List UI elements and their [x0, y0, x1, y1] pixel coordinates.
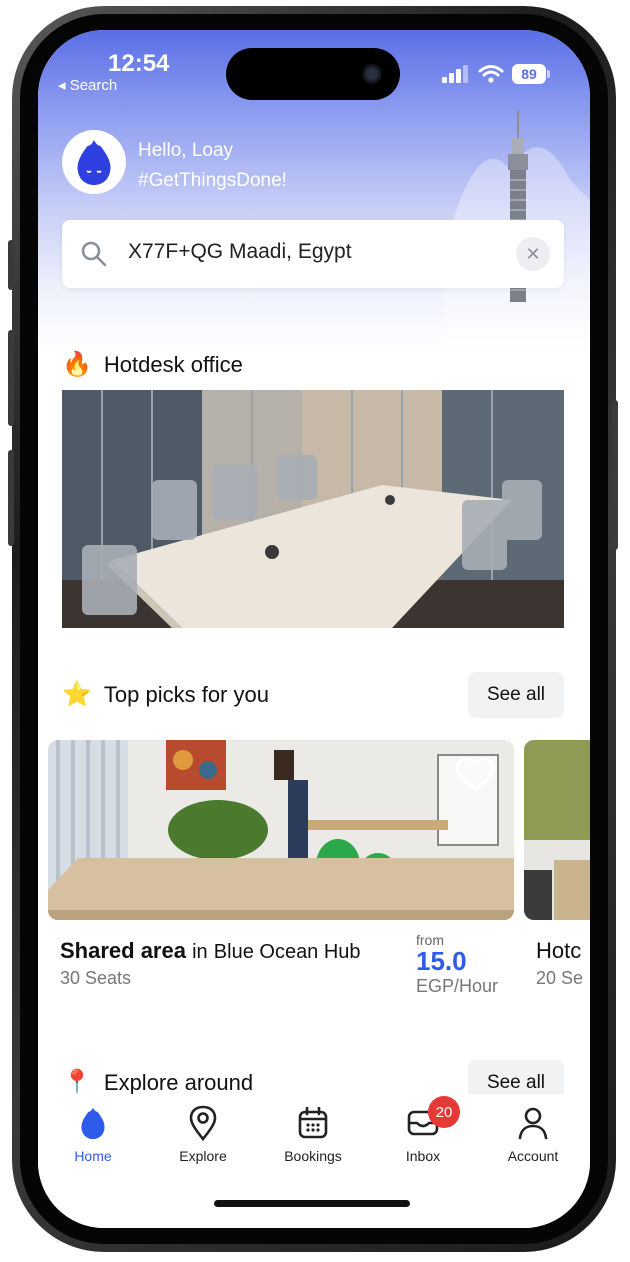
- shared-area-photo: [48, 740, 514, 920]
- title-connector: in: [192, 941, 208, 963]
- home-flame-icon: [77, 140, 111, 185]
- venue-name: Blue Ocean Hub: [213, 941, 361, 963]
- tagline-text: #GetThingsDone!: [138, 170, 287, 191]
- close-icon: ✕: [525, 243, 541, 264]
- tab-explore[interactable]: Explore: [148, 1104, 258, 1164]
- inbox-unread-badge: 20: [428, 1096, 460, 1128]
- battery-indicator: 89: [512, 64, 550, 84]
- second-card-seat-count: 20 Se: [536, 968, 584, 988]
- top-picks-title-text: Top picks for you: [103, 681, 269, 707]
- status-icons: 89: [442, 64, 550, 84]
- fire-icon: 🔥: [62, 351, 92, 378]
- volume-down-button: [8, 450, 14, 546]
- price-value: 15.0: [416, 946, 467, 976]
- map-pin-icon: [189, 1105, 217, 1141]
- tab-inbox[interactable]: 20 Inbox: [368, 1096, 478, 1164]
- hotdesk-office-image[interactable]: [62, 390, 564, 628]
- tab-home-label: Home: [74, 1148, 112, 1164]
- hotdesk-card-photo: [524, 740, 590, 920]
- tab-account[interactable]: Account: [478, 1104, 588, 1164]
- tab-explore-label: Explore: [179, 1148, 227, 1164]
- top-picks-see-all-button[interactable]: See all: [468, 672, 564, 718]
- wifi-icon: [478, 65, 504, 83]
- shared-area-card-title[interactable]: Shared area in Blue Ocean Hub: [60, 938, 361, 964]
- second-card-title[interactable]: Hotc: [536, 938, 581, 964]
- home-flame-icon: [81, 1107, 105, 1140]
- shared-area-card-image[interactable]: [48, 740, 514, 920]
- tab-inbox-label: Inbox: [405, 1148, 441, 1164]
- app-screen: 12:54 ◂ Search 89 Hello, Loay #GetThings…: [38, 30, 590, 1228]
- location-input-value[interactable]: X77F+QG Maadi, Egypt: [128, 240, 352, 264]
- volume-up-button: [8, 330, 14, 426]
- seat-count: 30 Seats: [60, 968, 132, 988]
- calendar-icon: [298, 1107, 328, 1139]
- explore-title-text: Explore around: [103, 1069, 254, 1095]
- signal-icon: [442, 65, 468, 83]
- top-picks-section-title: ⭐ Top picks for you: [62, 680, 269, 709]
- meeting-room-photo: [62, 390, 564, 628]
- back-to-search-link[interactable]: ◂ Search: [58, 76, 117, 94]
- dynamic-island: [226, 48, 400, 100]
- camera-icon: [362, 64, 382, 84]
- greeting-text: Hello, Loay: [138, 140, 234, 161]
- pin-icon: 📍: [62, 1069, 92, 1096]
- explore-section-title: 📍 Explore around: [62, 1068, 253, 1097]
- home-indicator[interactable]: [214, 1200, 410, 1207]
- hotdesk-card-image[interactable]: [524, 740, 590, 920]
- tab-account-label: Account: [507, 1148, 559, 1164]
- search-icon: [81, 241, 107, 267]
- location-search-box[interactable]: X77F+QG Maadi, Egypt ✕: [62, 220, 564, 288]
- space-name: Shared area: [60, 938, 186, 963]
- clear-search-button[interactable]: ✕: [516, 237, 550, 271]
- bottom-tab-bar: Home Explore Bookings 20 Inbox Account: [38, 1094, 590, 1228]
- price-unit: EGP/Hour: [416, 976, 499, 996]
- star-icon: ⭐: [62, 681, 92, 708]
- hotdesk-section-title: 🔥 Hotdesk office: [62, 350, 243, 379]
- tab-bookings-label: Bookings: [284, 1148, 342, 1164]
- tab-home[interactable]: Home: [38, 1104, 148, 1164]
- mute-switch: [8, 240, 14, 290]
- user-avatar[interactable]: [62, 130, 126, 194]
- tab-bookings[interactable]: Bookings: [258, 1104, 368, 1164]
- greeting-block: Hello, Loay #GetThingsDone!: [138, 136, 287, 196]
- user-icon: [518, 1107, 548, 1140]
- hotdesk-title-text: Hotdesk office: [103, 351, 243, 377]
- favorite-heart-icon[interactable]: [456, 758, 494, 792]
- status-time: 12:54: [108, 50, 170, 77]
- power-button: [612, 400, 618, 550]
